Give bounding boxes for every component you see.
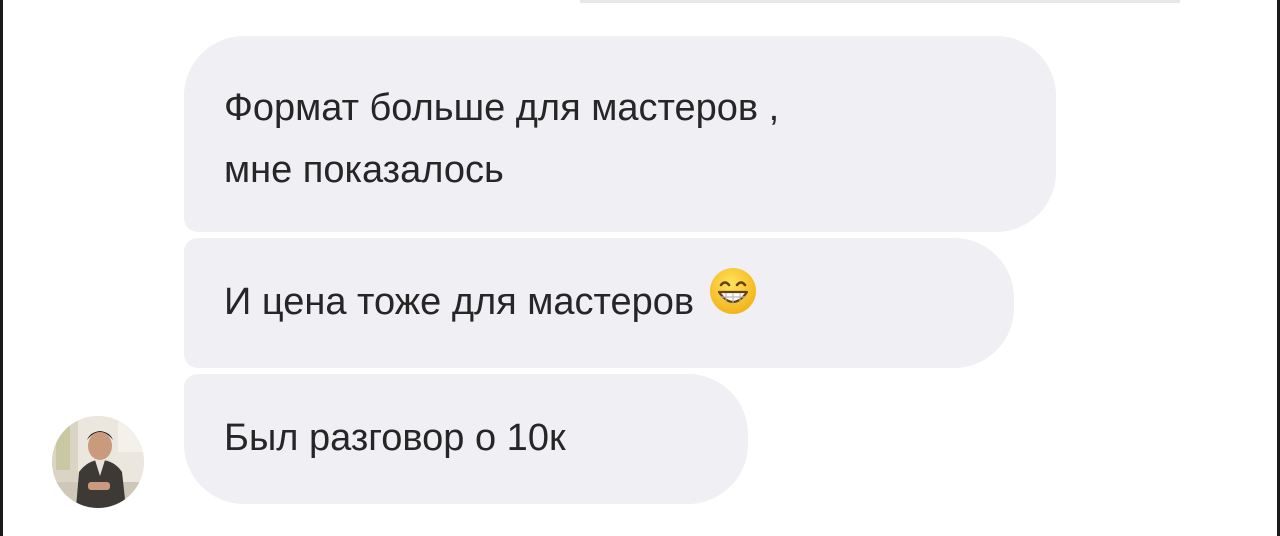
message-bubble[interactable]: И цена тоже для мастеров xyxy=(184,238,1014,368)
avatar[interactable] xyxy=(52,416,144,508)
message-text: Был разговор о 10к xyxy=(224,417,566,459)
message-bubble[interactable]: Был разговор о 10к xyxy=(184,374,748,504)
message-bubble[interactable]: Формат больше для мастеров , мне показал… xyxy=(184,36,1056,232)
message-text: мне показалось xyxy=(224,149,504,191)
message-text: И цена тоже для мастеров xyxy=(224,281,695,323)
screenshot-left-border xyxy=(0,0,3,536)
grinning-face-with-smiling-eyes-icon xyxy=(708,266,758,335)
message-text: Формат больше для мастеров , xyxy=(224,87,780,129)
previous-bubble-edge xyxy=(580,0,1180,3)
